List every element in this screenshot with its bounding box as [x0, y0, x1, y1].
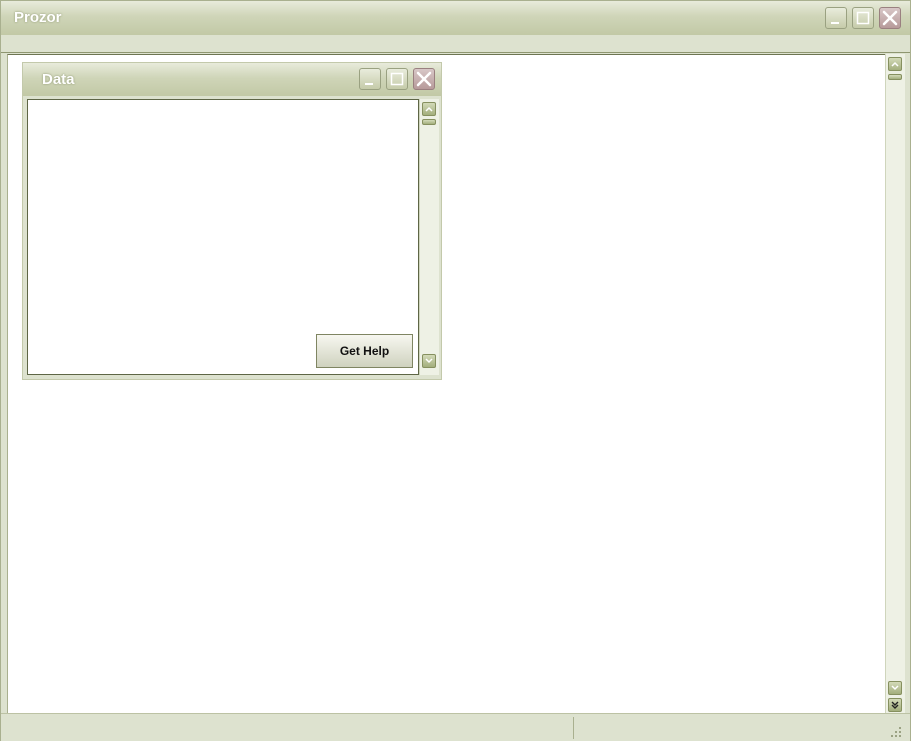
data-close-button[interactable]	[413, 68, 435, 90]
main-scroll-down-button[interactable]	[888, 681, 902, 695]
chevron-up-icon	[425, 106, 433, 112]
data-window: Data Get Help	[22, 62, 442, 380]
data-maximize-button[interactable]	[386, 68, 408, 90]
main-scroll-thumb[interactable]	[888, 74, 902, 80]
main-scroll-up-button[interactable]	[888, 57, 902, 71]
main-scroll-end-button[interactable]	[888, 698, 902, 712]
data-vertical-scrollbar[interactable]	[419, 99, 439, 375]
data-minimize-button[interactable]	[359, 68, 381, 90]
data-content-area[interactable]: Get Help	[27, 99, 419, 375]
close-icon	[882, 10, 898, 26]
app-maximize-button[interactable]	[852, 7, 874, 29]
menu-bar	[1, 35, 910, 53]
resize-grip-icon[interactable]	[890, 726, 902, 738]
app-title: Prozor	[14, 9, 62, 26]
status-pane-left	[5, 717, 571, 737]
app-close-button[interactable]	[879, 7, 901, 29]
data-scroll-down-button[interactable]	[422, 354, 436, 368]
chevron-down-icon	[425, 358, 433, 364]
get-help-button[interactable]: Get Help	[316, 334, 413, 368]
minimize-icon	[365, 83, 373, 85]
data-scroll-up-button[interactable]	[422, 102, 436, 116]
status-divider	[573, 717, 574, 739]
app-minimize-button[interactable]	[825, 7, 847, 29]
app-titlebar[interactable]: Prozor	[1, 1, 910, 35]
app-window: Prozor Data Get Help	[0, 0, 911, 741]
chevron-up-icon	[891, 61, 899, 67]
maximize-icon	[856, 11, 870, 25]
data-window-title: Data	[42, 71, 75, 88]
data-scroll-thumb[interactable]	[422, 119, 436, 125]
main-vertical-scrollbar[interactable]	[885, 54, 905, 713]
data-window-titlebar[interactable]: Data	[23, 63, 441, 96]
chevron-down-icon	[891, 685, 899, 691]
maximize-icon	[390, 72, 404, 86]
status-pane-right	[576, 717, 876, 737]
double-chevron-down-icon	[891, 701, 899, 709]
minimize-icon	[831, 22, 839, 24]
close-icon	[416, 71, 432, 87]
status-bar	[1, 713, 910, 741]
